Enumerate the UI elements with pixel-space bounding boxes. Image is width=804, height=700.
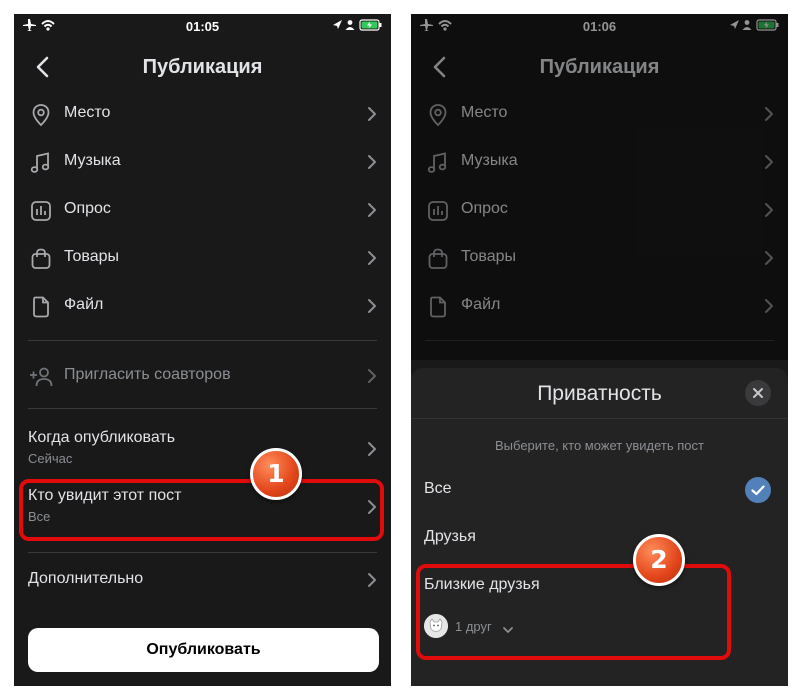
chevron-right-icon <box>367 368 377 384</box>
sheet-subtitle: Выберите, кто может увидеть пост <box>495 438 704 453</box>
menu-item-file[interactable]: Файл <box>14 282 391 330</box>
sheet-title: Приватность <box>537 382 662 405</box>
option-label: Все <box>424 480 452 497</box>
additional-settings-label: Дополнительно <box>28 570 144 587</box>
chevron-right-icon <box>367 106 377 122</box>
menu-item-label: Файл <box>64 296 104 313</box>
privacy-option-all[interactable]: Все <box>411 468 788 514</box>
header: Публикация <box>14 50 391 90</box>
publish-button[interactable]: Опубликовать <box>28 628 379 672</box>
file-icon <box>28 294 54 320</box>
menu-item-poll[interactable]: Опрос <box>14 186 391 234</box>
add-user-icon <box>28 364 54 390</box>
page-title: Публикация <box>142 56 263 78</box>
chevron-right-icon <box>367 441 377 457</box>
chevron-right-icon <box>367 154 377 170</box>
divider <box>28 552 377 553</box>
menu-item-goods[interactable]: Товары <box>14 234 391 282</box>
menu-item-label: Опрос <box>64 200 111 217</box>
publish-time-item[interactable]: Когда опубликовать Сейчас <box>14 422 391 478</box>
publish-time-label: Когда опубликовать <box>28 429 176 446</box>
dim-overlay[interactable] <box>411 14 788 360</box>
menu-item-place[interactable]: Место <box>14 90 391 138</box>
menu-item-label: Товары <box>64 248 120 265</box>
chevron-right-icon <box>367 298 377 314</box>
divider <box>28 408 377 409</box>
menu-item-music[interactable]: Музыка <box>14 138 391 186</box>
chevron-right-icon <box>367 572 377 588</box>
additional-settings-item[interactable]: Дополнительно <box>14 556 391 604</box>
divider <box>28 340 377 341</box>
checkmark-icon <box>745 477 771 503</box>
divider <box>411 418 788 419</box>
right-phone-screen: 01:06 Публикация Место Музыка Опрос Това… <box>411 14 788 686</box>
privacy-option-friends[interactable]: Друзья <box>411 516 788 562</box>
highlight-frame <box>416 564 731 660</box>
chevron-right-icon <box>367 250 377 266</box>
step-badge: 1 <box>250 448 302 500</box>
menu-item-label: Место <box>64 104 111 121</box>
highlight-frame <box>19 479 384 541</box>
location-pin-icon <box>28 102 54 128</box>
close-icon[interactable] <box>745 380 771 406</box>
menu-item-label: Музыка <box>64 152 121 169</box>
publish-time-value: Сейчас <box>28 451 73 466</box>
shopping-bag-icon <box>28 246 54 272</box>
step-badge: 2 <box>633 534 685 586</box>
invite-coauthors-item[interactable]: Пригласить соавторов <box>14 352 391 400</box>
music-note-icon <box>28 150 54 176</box>
status-indicators-icon <box>331 18 383 37</box>
poll-icon <box>28 198 54 224</box>
invite-coauthors-label: Пригласить соавторов <box>64 366 231 383</box>
chevron-right-icon <box>367 202 377 218</box>
status-bar: 01:05 <box>14 14 391 38</box>
option-label: Друзья <box>424 528 476 545</box>
left-phone-screen: 01:05 Публикация Место Музыка Опрос Това… <box>14 14 391 686</box>
